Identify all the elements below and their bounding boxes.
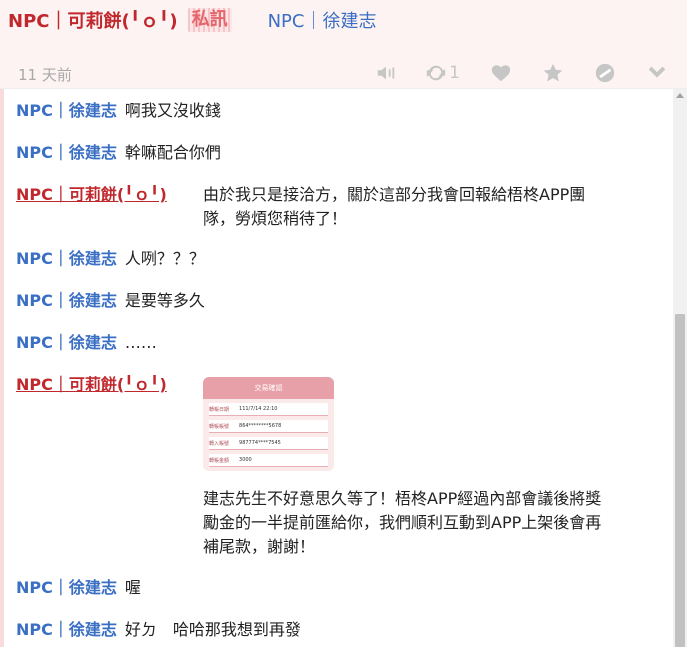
post-header: NPC｜可莉餅(╹ｏ╹) 私訊 NPC｜徐建志 11 天前 1 — [0, 0, 687, 88]
receipt-value: 3000 — [239, 457, 252, 463]
message-list[interactable]: NPC｜徐建志 啊我又沒收錢 NPC｜徐建志 幹嘛配合你們 NPC｜可莉餅(╹ｏ… — [0, 88, 687, 647]
message-author[interactable]: NPC｜徐建志 — [16, 247, 117, 271]
message-text: 幹嘛配合你們 — [124, 143, 221, 162]
message-text: 喔 — [124, 578, 141, 597]
action-icons: 1 — [345, 62, 668, 84]
receipt-row: 轉帳金額 3000 — [209, 454, 328, 467]
left-accent-strip — [0, 89, 4, 647]
sender-name[interactable]: NPC｜可莉餅(╹ｏ╹) — [8, 7, 178, 33]
star-icon[interactable] — [542, 62, 564, 84]
message-author[interactable]: NPC｜可莉餅(╹ｏ╹) — [16, 373, 167, 397]
message-text: …… — [124, 333, 157, 352]
message-7-text: 建志先生不好意思久等了！梧柊APP經過內部會議後將獎 勵金的一半提前匯給你，我們… — [203, 487, 663, 559]
receipt-label: 轉入帳號 — [209, 440, 230, 447]
message-author[interactable]: NPC｜徐建志 — [16, 289, 117, 313]
timestamp: 11 天前 — [18, 66, 72, 84]
scrollbar-thumb[interactable] — [675, 314, 685, 647]
message-5: NPC｜徐建志 是要等多久 — [16, 289, 205, 313]
message-3: NPC｜可莉餅(╹ｏ╹) — [16, 183, 167, 207]
message-line: 勵金的一半提前匯給你，我們順利互動到APP上架後會再 — [203, 513, 602, 532]
receipt-label: 轉帳日期 — [209, 406, 230, 413]
message-text: 好ㄉ 哈哈那我想到再發 — [124, 620, 301, 639]
volume-icon[interactable] — [375, 62, 397, 84]
receipt-title: 交易確認 — [203, 377, 334, 399]
message-7: NPC｜可莉餅(╹ｏ╹) — [16, 373, 167, 397]
message-9: NPC｜徐建志 好ㄉ 哈哈那我想到再發 — [16, 618, 301, 642]
message-line: 補尾款，謝謝！ — [203, 537, 316, 556]
receiver-name[interactable]: NPC｜徐建志 — [268, 7, 377, 33]
private-message-tag: 私訊 — [187, 8, 232, 32]
receipt-label: 轉帳帳號 — [209, 423, 230, 430]
hide-icon[interactable] — [594, 62, 616, 84]
message-author[interactable]: NPC｜徐建志 — [16, 331, 117, 355]
message-4: NPC｜徐建志 人咧？？？ — [16, 247, 205, 271]
message-text: 啊我又沒收錢 — [124, 101, 221, 120]
receipt-row: 轉帳帳號 864********5678 — [209, 420, 328, 433]
heart-icon[interactable] — [490, 62, 512, 84]
scroll-up-arrow-icon[interactable] — [676, 93, 684, 98]
receipt-row: 轉帳日期 111/7/14 22:10 — [209, 403, 328, 416]
message-author[interactable]: NPC｜徐建志 — [16, 618, 117, 642]
receipt-value: 987774****7545 — [239, 440, 281, 446]
message-author[interactable]: NPC｜徐建志 — [16, 576, 117, 600]
post-meta: 11 天前 1 — [18, 62, 678, 84]
message-author[interactable]: NPC｜可莉餅(╹ｏ╹) — [16, 183, 167, 207]
message-3-text: 由於我只是接洽方，關於這部分我會回報給梧柊APP團 隊，勞煩您稍待了！ — [203, 183, 663, 231]
message-author[interactable]: NPC｜徐建志 — [16, 141, 117, 165]
chevron-down-icon[interactable] — [646, 62, 668, 84]
message-8: NPC｜徐建志 喔 — [16, 576, 141, 600]
title-row: NPC｜可莉餅(╹ｏ╹) 私訊 NPC｜徐建志 — [8, 7, 376, 33]
receipt-value: 111/7/14 22:10 — [239, 406, 278, 412]
repost-count: 1 — [449, 63, 460, 83]
receipt-value: 864********5678 — [239, 423, 282, 429]
receipt-label: 轉帳金額 — [209, 457, 230, 464]
scrollbar[interactable] — [673, 89, 687, 647]
message-1: NPC｜徐建志 啊我又沒收錢 — [16, 99, 221, 123]
repost-icon[interactable] — [425, 62, 447, 84]
message-line: 隊，勞煩您稍待了！ — [203, 209, 348, 228]
receipt-image[interactable]: 交易確認 轉帳日期 111/7/14 22:10 轉帳帳號 864********5… — [203, 377, 334, 471]
message-6: NPC｜徐建志 …… — [16, 331, 157, 355]
message-author[interactable]: NPC｜徐建志 — [16, 99, 117, 123]
message-text: 人咧？？？ — [124, 249, 205, 268]
receipt-row: 轉入帳號 987774****7545 — [209, 437, 328, 450]
message-line: 由於我只是接洽方，關於這部分我會回報給梧柊APP團 — [203, 185, 586, 204]
message-text: 是要等多久 — [124, 291, 205, 310]
message-2: NPC｜徐建志 幹嘛配合你們 — [16, 141, 221, 165]
message-line: 建志先生不好意思久等了！梧柊APP經過內部會議後將獎 — [203, 489, 602, 508]
